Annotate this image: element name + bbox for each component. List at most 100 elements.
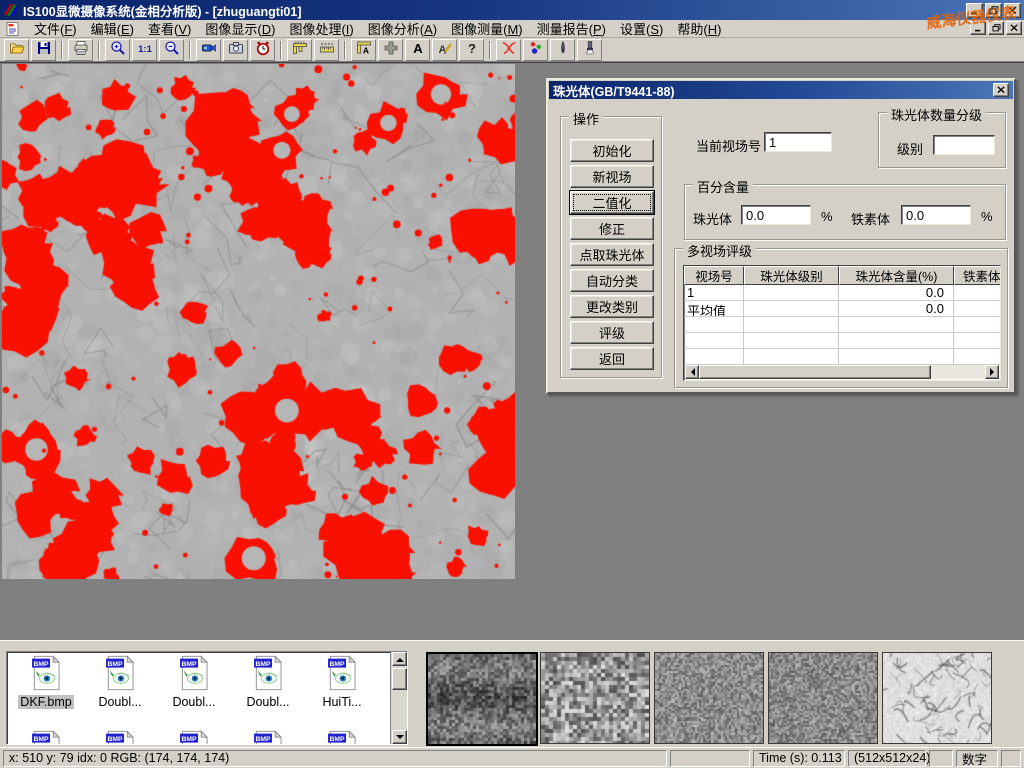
scroll-up-button[interactable] bbox=[392, 652, 407, 666]
pearlite-percent-input[interactable] bbox=[741, 205, 811, 225]
image-thumbnail[interactable] bbox=[768, 652, 878, 744]
table-cell bbox=[744, 317, 839, 332]
child-minimize-button[interactable] bbox=[970, 21, 986, 35]
op-button[interactable]: 评级 bbox=[570, 321, 654, 344]
file-item[interactable]: BMP bbox=[231, 730, 305, 745]
scroll-right-button[interactable] bbox=[985, 365, 999, 379]
op-button[interactable]: 二值化 bbox=[570, 191, 654, 214]
window-restore-button[interactable] bbox=[985, 3, 1002, 18]
menu-h[interactable]: 帮助(H) bbox=[670, 21, 728, 38]
file-item[interactable]: BMP bbox=[305, 730, 379, 745]
print-button[interactable] bbox=[68, 39, 93, 61]
menu-s[interactable]: 设置(S) bbox=[613, 21, 670, 38]
brush-button[interactable] bbox=[577, 39, 602, 61]
table-row[interactable]: 10.0 bbox=[684, 285, 1000, 301]
metallographic-image[interactable] bbox=[2, 64, 515, 579]
ruler-button[interactable] bbox=[314, 39, 339, 61]
menu-d[interactable]: 图像显示(D) bbox=[198, 21, 282, 38]
file-item[interactable]: BMPHuiTi... bbox=[305, 655, 379, 709]
svg-text:?: ? bbox=[468, 41, 476, 56]
zoom-in-button[interactable] bbox=[105, 39, 130, 61]
timer-button[interactable] bbox=[250, 39, 275, 61]
scrollbar-thumb[interactable] bbox=[699, 365, 931, 379]
image-thumbnail[interactable] bbox=[882, 652, 992, 744]
dialog-close-button[interactable] bbox=[993, 83, 1009, 97]
op-button[interactable]: 修正 bbox=[570, 217, 654, 240]
menu-e[interactable]: 编辑(E) bbox=[84, 21, 141, 38]
image-thumbnail[interactable] bbox=[426, 652, 538, 746]
file-item[interactable]: BMPDKF.bmp bbox=[9, 655, 83, 709]
table-cell bbox=[954, 349, 1001, 364]
table-column-header[interactable]: 视场号 bbox=[684, 266, 744, 285]
menu-m[interactable]: 图像测量(M) bbox=[444, 21, 530, 38]
op-button[interactable]: 初始化 bbox=[570, 139, 654, 162]
table-cell bbox=[954, 317, 1001, 332]
measure-text-button[interactable]: A bbox=[351, 39, 376, 61]
camera-icon bbox=[228, 40, 244, 59]
actual-size-button[interactable]: 1:1 bbox=[132, 39, 157, 61]
child-close-button[interactable] bbox=[1006, 21, 1022, 35]
file-item[interactable]: BMP bbox=[157, 730, 231, 745]
file-browser[interactable]: BMPDKF.bmpBMPDoubl...BMPDoubl...BMPDoubl… bbox=[6, 651, 408, 745]
file-item[interactable]: BMP bbox=[83, 730, 157, 745]
menu-v[interactable]: 查看(V) bbox=[141, 21, 198, 38]
classify-button[interactable] bbox=[523, 39, 548, 61]
image-thumbnail[interactable] bbox=[654, 652, 764, 744]
table-row[interactable] bbox=[684, 349, 1000, 365]
table-row[interactable] bbox=[684, 317, 1000, 333]
child-restore-button[interactable] bbox=[988, 21, 1004, 35]
scroll-left-button[interactable] bbox=[685, 365, 699, 379]
curve-tool-button[interactable] bbox=[496, 39, 521, 61]
pen-button[interactable] bbox=[550, 39, 575, 61]
table-column-header[interactable]: 珠光体含量(%) bbox=[839, 266, 954, 285]
scrollbar-track[interactable] bbox=[931, 365, 985, 379]
file-item[interactable]: BMPDoubl... bbox=[157, 655, 231, 709]
op-button[interactable]: 新视场 bbox=[570, 165, 654, 188]
rating-table[interactable]: 视场号珠光体级别珠光体含量(%)铁素体含量(%) 10.0平均值0.0 bbox=[683, 265, 1001, 381]
annotate-button[interactable]: A bbox=[432, 39, 457, 61]
dialog-title-bar[interactable]: 珠光体(GB/T9441-88) bbox=[549, 81, 1013, 99]
svg-text:BMP: BMP bbox=[108, 661, 123, 668]
window-close-button[interactable] bbox=[1004, 3, 1021, 18]
image-thumbnail[interactable] bbox=[540, 652, 650, 744]
table-column-header[interactable]: 珠光体级别 bbox=[744, 266, 839, 285]
menu-a[interactable]: 图像分析(A) bbox=[361, 21, 444, 38]
help-button[interactable]: ? bbox=[459, 39, 484, 61]
ferrite-unit: % bbox=[981, 209, 993, 224]
bmp-file-icon: BMP bbox=[252, 730, 284, 745]
window-minimize-button[interactable] bbox=[966, 3, 983, 18]
table-row[interactable]: 平均值0.0 bbox=[684, 301, 1000, 317]
open-button[interactable] bbox=[4, 39, 29, 61]
zoom-out-button[interactable] bbox=[159, 39, 184, 61]
file-item[interactable]: BMP bbox=[9, 730, 83, 745]
level-input[interactable] bbox=[933, 135, 995, 155]
table-cell bbox=[744, 301, 839, 316]
table-column-header[interactable]: 铁素体含量(%) bbox=[954, 266, 1001, 285]
file-item[interactable]: BMPDoubl... bbox=[231, 655, 305, 709]
text-button[interactable]: A bbox=[405, 39, 430, 61]
menu-p[interactable]: 测量报告(P) bbox=[530, 21, 613, 38]
op-button[interactable]: 自动分类 bbox=[570, 269, 654, 292]
menu-i[interactable]: 图像处理(I) bbox=[282, 21, 360, 38]
app-window: 威海仪器仪表 IS100显微摄像系统(金相分析版) - [zhuguangti0… bbox=[0, 0, 1024, 768]
file-browser-scrollbar[interactable] bbox=[390, 652, 407, 744]
table-horizontal-scrollbar[interactable] bbox=[685, 365, 999, 379]
ferrite-percent-input[interactable] bbox=[901, 205, 971, 225]
op-button[interactable]: 点取珠光体 bbox=[570, 243, 654, 266]
table-row[interactable] bbox=[684, 333, 1000, 349]
op-button[interactable]: 返回 bbox=[570, 347, 654, 370]
grading-group: 珠光体数量分级 级别 bbox=[878, 112, 1006, 168]
file-item[interactable]: BMPDoubl... bbox=[83, 655, 157, 709]
scrollbar-thumb[interactable] bbox=[392, 668, 407, 690]
menu-f[interactable]: 文件(F) bbox=[27, 21, 84, 38]
current-field-input[interactable] bbox=[764, 132, 832, 152]
op-button[interactable]: 更改类别 bbox=[570, 295, 654, 318]
video-camera-button[interactable] bbox=[196, 39, 221, 61]
scroll-down-button[interactable] bbox=[392, 730, 407, 744]
save-icon bbox=[36, 40, 52, 59]
caliper-button[interactable] bbox=[287, 39, 312, 61]
bmp-file-icon: BMP bbox=[30, 655, 62, 694]
save-button[interactable] bbox=[31, 39, 56, 61]
merge-button[interactable] bbox=[378, 39, 403, 61]
camera-button[interactable] bbox=[223, 39, 248, 61]
